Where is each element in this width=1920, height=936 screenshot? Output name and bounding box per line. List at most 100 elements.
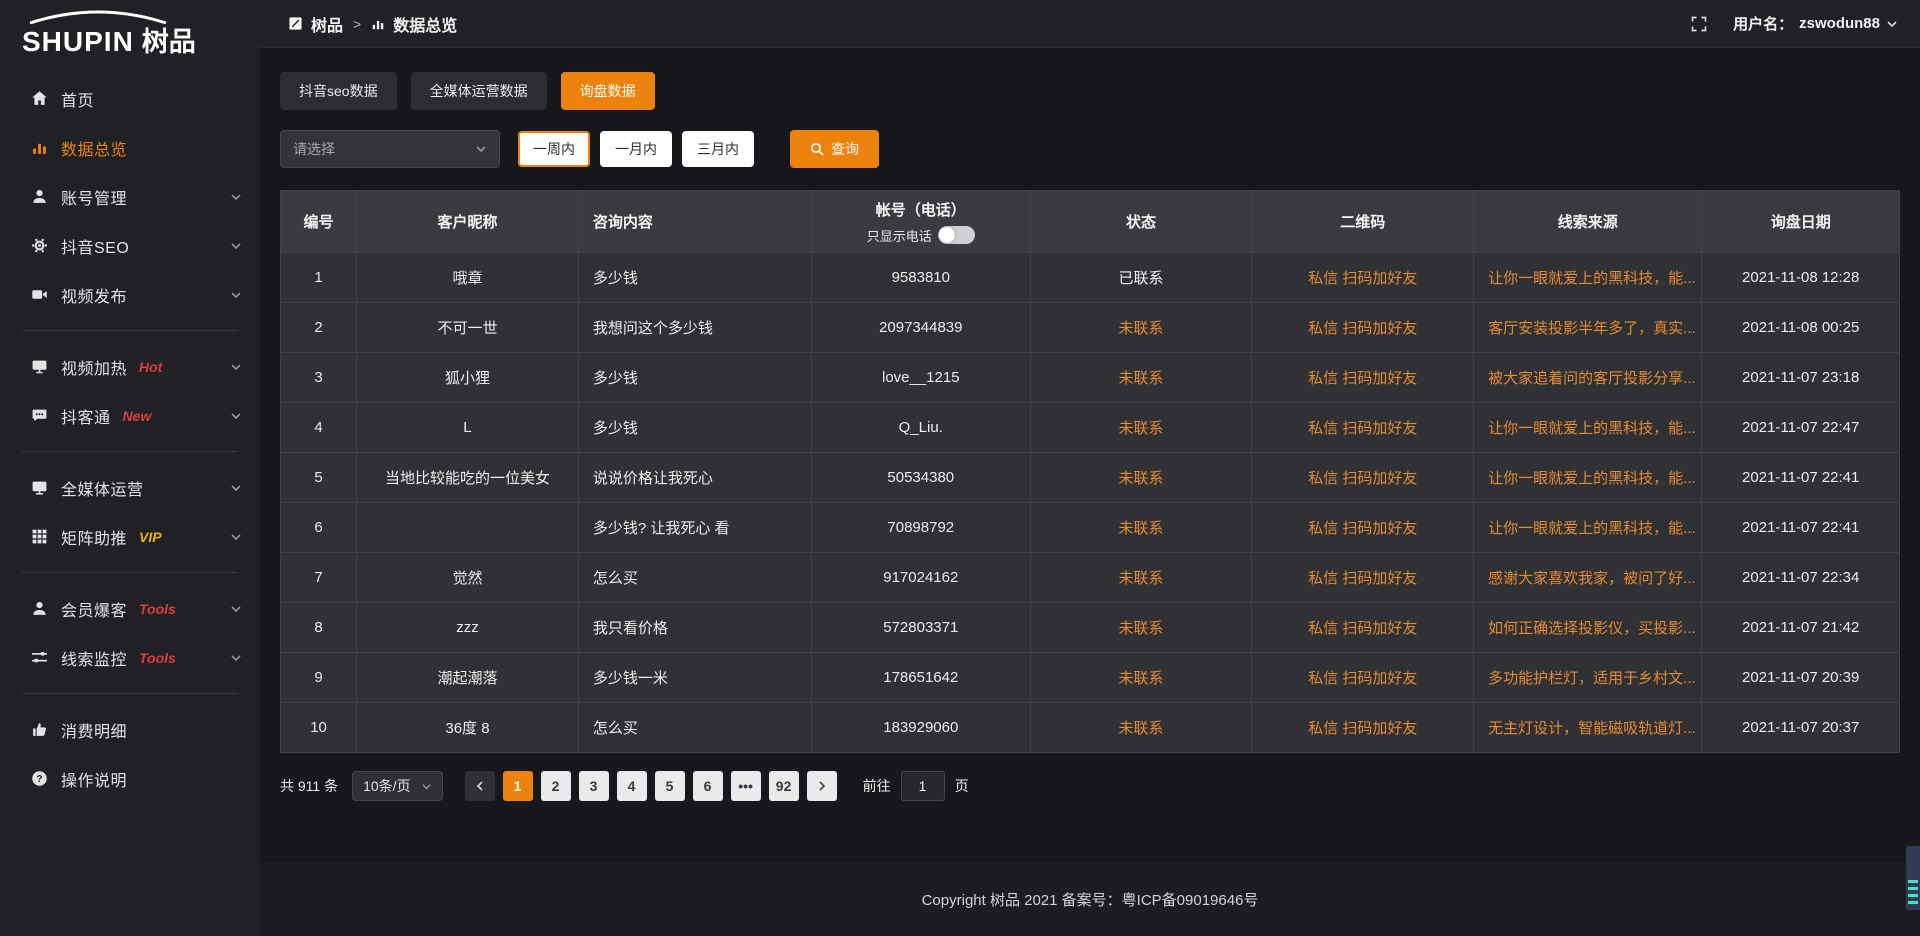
sidebar-item-video-publish[interactable]: 视频发布 bbox=[0, 270, 260, 319]
app-root: SHUPIN 树品 首页 数据总览 账号管理 抖音SEO bbox=[0, 0, 1920, 936]
monitor-icon bbox=[30, 358, 48, 376]
source-link-cell[interactable]: 感谢大家喜欢我家，被问了好... bbox=[1474, 553, 1702, 603]
period-button-quarter[interactable]: 三月内 bbox=[682, 131, 754, 167]
source-link-cell[interactable]: 如何正确选择投影仪，买投影... bbox=[1474, 603, 1702, 653]
status-cell: 未联系 bbox=[1030, 503, 1252, 553]
sidebar-item-label: 抖音SEO bbox=[61, 234, 129, 258]
vip-badge: VIP bbox=[139, 529, 162, 545]
header-status: 状态 bbox=[1030, 191, 1252, 253]
table-row: 10 36度 8 怎么买 183929060 未联系 私信 扫码加好友 无主灯设… bbox=[281, 703, 1900, 753]
qr-links-cell[interactable]: 私信 扫码加好友 bbox=[1252, 303, 1474, 353]
question-circle-icon: ? bbox=[30, 770, 48, 788]
sidebar-item-operation-guide[interactable]: ? 操作说明 bbox=[0, 754, 260, 803]
sidebar-item-home[interactable]: 首页 bbox=[0, 74, 260, 123]
phone-only-label: 只显示电话 bbox=[867, 226, 932, 245]
sidebar-divider bbox=[22, 330, 238, 331]
tab-douyin-seo-data[interactable]: 抖音seo数据 bbox=[280, 72, 397, 110]
sidebar-item-video-heat[interactable]: 视频加热 Hot bbox=[0, 342, 260, 391]
row-number-cell: 9 bbox=[281, 653, 357, 703]
filter-select[interactable]: 请选择 bbox=[280, 130, 500, 168]
content-cell: 我只看价格 bbox=[578, 603, 811, 653]
nickname-cell: 不可一世 bbox=[357, 303, 579, 353]
next-page-button[interactable] bbox=[807, 771, 837, 801]
sidebar-item-matrix-boost[interactable]: 矩阵助推 VIP bbox=[0, 512, 260, 561]
qr-links-cell[interactable]: 私信 扫码加好友 bbox=[1252, 603, 1474, 653]
qr-links-cell[interactable]: 私信 扫码加好友 bbox=[1252, 653, 1474, 703]
source-link-cell[interactable]: 让你一眼就爱上的黑科技，能... bbox=[1474, 453, 1702, 503]
qr-links-cell[interactable]: 私信 扫码加好友 bbox=[1252, 553, 1474, 603]
header-qrcode: 二维码 bbox=[1252, 191, 1474, 253]
date-cell: 2021-11-07 21:42 bbox=[1702, 603, 1900, 653]
page-size-select[interactable]: 10条/页 bbox=[352, 771, 442, 801]
row-number-cell: 3 bbox=[281, 353, 357, 403]
qr-links-cell[interactable]: 私信 扫码加好友 bbox=[1252, 453, 1474, 503]
page-ellipsis-button[interactable]: ••• bbox=[731, 771, 761, 801]
qr-links-cell[interactable]: 私信 扫码加好友 bbox=[1252, 353, 1474, 403]
qr-links-cell[interactable]: 私信 扫码加好友 bbox=[1252, 253, 1474, 303]
chevron-down-icon bbox=[1886, 18, 1898, 30]
account-cell: 572803371 bbox=[812, 603, 1031, 653]
sidebar-item-label: 全媒体运营 bbox=[61, 476, 144, 500]
tab-omni-media-data[interactable]: 全媒体运营数据 bbox=[411, 72, 547, 110]
sidebar-item-label: 抖客通 bbox=[61, 404, 111, 428]
sidebar-item-douyin-seo[interactable]: 抖音SEO bbox=[0, 221, 260, 270]
content-cell: 说说价格让我死心 bbox=[578, 453, 811, 503]
content-cell: 怎么买 bbox=[578, 553, 811, 603]
breadcrumb-current[interactable]: 数据总览 bbox=[393, 12, 457, 36]
source-link-cell[interactable]: 客厅安装投影半年多了，真实... bbox=[1474, 303, 1702, 353]
breadcrumb-root[interactable]: 树品 bbox=[311, 12, 343, 36]
floating-widget[interactable] bbox=[1906, 846, 1920, 910]
phone-only-toggle[interactable] bbox=[938, 226, 975, 244]
sidebar-item-omni-media[interactable]: 全媒体运营 bbox=[0, 463, 260, 512]
page-button-6[interactable]: 6 bbox=[693, 771, 723, 801]
search-button-label: 查询 bbox=[831, 139, 859, 159]
sidebar-item-data-overview[interactable]: 数据总览 bbox=[0, 123, 260, 172]
content-cell: 多少钱一米 bbox=[578, 653, 811, 703]
breadcrumb: 树品 > 数据总览 bbox=[288, 12, 457, 36]
qr-links-cell[interactable]: 私信 扫码加好友 bbox=[1252, 403, 1474, 453]
row-number-cell: 7 bbox=[281, 553, 357, 603]
header-number: 编号 bbox=[281, 191, 357, 253]
page-button-3[interactable]: 3 bbox=[579, 771, 609, 801]
period-button-month[interactable]: 一月内 bbox=[600, 131, 672, 167]
page-button-5[interactable]: 5 bbox=[655, 771, 685, 801]
status-cell: 未联系 bbox=[1030, 353, 1252, 403]
fullscreen-icon[interactable] bbox=[1691, 16, 1707, 32]
page-button-92[interactable]: 92 bbox=[769, 771, 799, 801]
period-button-week[interactable]: 一周内 bbox=[518, 131, 590, 167]
sidebar-item-lead-monitor[interactable]: 线索监控 Tools bbox=[0, 633, 260, 682]
goto-page-input[interactable] bbox=[901, 771, 945, 801]
page-button-1[interactable]: 1 bbox=[503, 771, 533, 801]
source-link-cell[interactable]: 被大家追着问的客厅投影分享... bbox=[1474, 353, 1702, 403]
content-cell: 我想问这个多少钱 bbox=[578, 303, 811, 353]
prev-page-button[interactable] bbox=[465, 771, 495, 801]
page-size-value: 10条/页 bbox=[363, 776, 410, 796]
qr-links-cell[interactable]: 私信 扫码加好友 bbox=[1252, 703, 1474, 753]
source-link-cell[interactable]: 让你一眼就爱上的黑科技，能... bbox=[1474, 253, 1702, 303]
sidebar-item-account-management[interactable]: 账号管理 bbox=[0, 172, 260, 221]
status-cell: 已联系 bbox=[1030, 253, 1252, 303]
username-label: 用户名： bbox=[1733, 13, 1793, 34]
source-link-cell[interactable]: 让你一眼就爱上的黑科技，能... bbox=[1474, 403, 1702, 453]
sidebar-item-label: 矩阵助推 bbox=[61, 525, 127, 549]
sidebar-item-consumption-detail[interactable]: 消费明细 bbox=[0, 705, 260, 754]
sidebar-item-label: 操作说明 bbox=[61, 767, 127, 791]
page-button-4[interactable]: 4 bbox=[617, 771, 647, 801]
qr-links-cell[interactable]: 私信 扫码加好友 bbox=[1252, 503, 1474, 553]
tab-inquiry-data[interactable]: 询盘数据 bbox=[561, 72, 655, 110]
brand-logo[interactable]: SHUPIN 树品 bbox=[0, 8, 260, 60]
search-button[interactable]: 查询 bbox=[790, 130, 879, 168]
table-row: 8 zzz 我只看价格 572803371 未联系 私信 扫码加好友 如何正确选… bbox=[281, 603, 1900, 653]
status-cell: 未联系 bbox=[1030, 303, 1252, 353]
source-link-cell[interactable]: 让你一眼就爱上的黑科技，能... bbox=[1474, 503, 1702, 553]
source-link-cell[interactable]: 无主灯设计，智能磁吸轨道灯... bbox=[1474, 703, 1702, 753]
search-icon bbox=[810, 142, 824, 156]
user-menu[interactable]: 用户名：zswodun88 bbox=[1733, 13, 1898, 34]
sidebar-item-member-burst[interactable]: 会员爆客 Tools bbox=[0, 584, 260, 633]
new-badge: New bbox=[123, 408, 152, 424]
sidebar-item-label: 视频发布 bbox=[61, 283, 127, 307]
sidebar-item-doukettong[interactable]: 抖客通 New bbox=[0, 391, 260, 440]
sidebar-item-label: 账号管理 bbox=[61, 185, 127, 209]
page-button-2[interactable]: 2 bbox=[541, 771, 571, 801]
source-link-cell[interactable]: 多功能护栏灯，适用于乡村文... bbox=[1474, 653, 1702, 703]
